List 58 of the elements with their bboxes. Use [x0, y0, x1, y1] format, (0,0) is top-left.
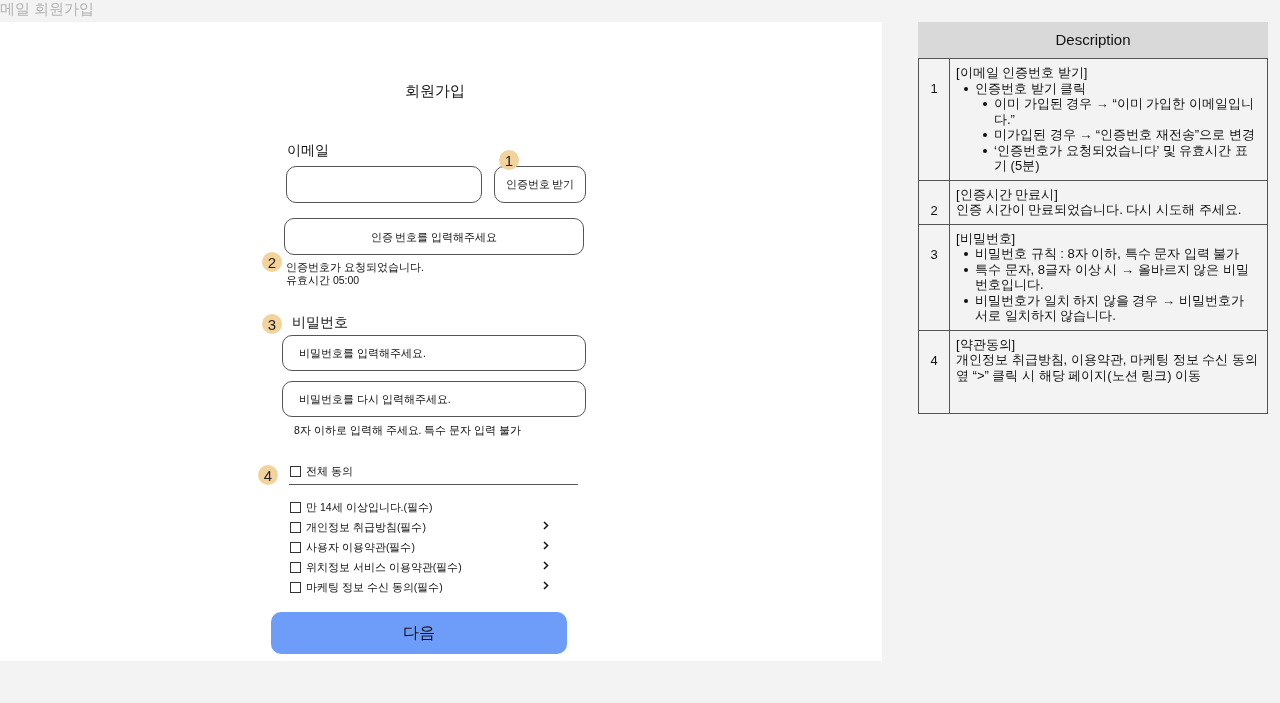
password-label: 비밀번호 — [292, 312, 348, 331]
checkbox-label: 사용자 이용약관(필수) — [306, 540, 415, 554]
row-heading: [이메일 인증번호 받기] — [956, 65, 1088, 81]
email-input[interactable] — [286, 166, 482, 203]
bullet-text: 비밀번호가 일치 하지 않을 경우 → 비밀번호가 서로 일치하지 않습니다. — [975, 292, 1245, 324]
number-marker: 2 — [262, 252, 282, 272]
checkbox[interactable] — [290, 541, 301, 553]
checkbox[interactable] — [290, 501, 301, 513]
password-input[interactable]: 비밀번호를 입력해주세요. — [282, 335, 586, 371]
password-input[interactable]: 비밀번호를 다시 입력해주세요. — [282, 381, 586, 417]
code-notice-text: 인증번호가 요청되었습니다. — [286, 261, 424, 274]
chevron-right-icon[interactable] — [543, 521, 549, 530]
row-number: 1 — [930, 81, 938, 97]
row-heading: [인증시간 만료시] — [956, 186, 1058, 202]
bullet-icon — [983, 133, 987, 137]
checkbox[interactable] — [290, 581, 301, 593]
request-code-button[interactable]: 인증번호 받기 — [494, 166, 586, 203]
row-number: 4 — [930, 352, 938, 368]
checkbox-label: 위치정보 서비스 이용약관(필수) — [306, 560, 462, 574]
bullet-icon — [964, 267, 968, 272]
number-marker: 3 — [262, 314, 282, 334]
password-hint: 8자 이하로 입력해 주세요. 특수 문자 입력 불가 — [294, 424, 522, 437]
checkbox[interactable] — [290, 561, 301, 573]
bullet-text: 비밀번호 규칙 : 8자 이하, 특수 문자 입력 불가 — [975, 246, 1241, 262]
page-title: 메일 회원가입 — [0, 0, 95, 17]
form-title: 회원가입 — [405, 82, 465, 100]
checkbox[interactable] — [290, 466, 301, 477]
row-heading: [약관동의] — [956, 336, 1016, 352]
bullet-text: 특수 문자, 8글자 이상 시 → 올바르지 않은 비밀번호입니다. — [975, 261, 1250, 293]
chevron-right-icon[interactable] — [543, 581, 549, 590]
checkbox-label: 개인정보 취급방침(필수) — [306, 520, 426, 534]
bullet-text: 이미 가입된 경우 → “이미 가입한 이메일입니다.” — [994, 96, 1255, 127]
row-heading: [비밀번호] — [956, 230, 1016, 246]
bullet-text: 인증번호 받기 클릭 — [975, 80, 1088, 96]
row-number: 2 — [930, 202, 938, 218]
bullet-icon — [983, 102, 987, 106]
row-number: 3 — [930, 246, 938, 262]
bullet-icon — [964, 298, 968, 303]
checkbox-label: 전체 동의 — [306, 465, 353, 478]
number-marker: 4 — [258, 465, 278, 485]
bullet-icon — [964, 86, 968, 91]
row-text: 인증 시간이 만료되었습니다. 다시 시도해 주세요. — [956, 202, 1242, 218]
row-text: 개인정보 취급방침, 이용약관, 마케팅 정보 수신 동의 옆 “>” 클릭 시 해당 페이지(노션 링크) 이동 — [956, 352, 1259, 383]
bullet-text: ‘인증번호가 요청되었습니다’ 및 유효시간 표기 (5분) — [994, 142, 1249, 174]
chevron-right-icon[interactable] — [543, 541, 549, 550]
chevron-right-icon[interactable] — [543, 561, 549, 570]
bullet-icon — [964, 252, 968, 256]
next-button[interactable]: 다음 — [271, 612, 567, 654]
checkbox-label: 마케팅 정보 수신 동의(필수) — [306, 580, 443, 594]
table-header: Description — [918, 22, 1268, 58]
bullet-icon — [983, 148, 987, 153]
checkbox[interactable] — [290, 521, 301, 533]
code-notice-text: 유효시간 05:00 — [286, 274, 360, 287]
checkbox-label: 만 14세 이상입니다.(필수) — [306, 500, 433, 514]
number-marker: 1 — [499, 150, 519, 170]
email-label: 이메일 — [287, 141, 329, 159]
bullet-text: 미가입된 경우 → “인증번호 재전송”으로 변경 — [994, 127, 1256, 143]
code-input[interactable]: 인증 번호를 입력해주세요 — [284, 218, 584, 255]
